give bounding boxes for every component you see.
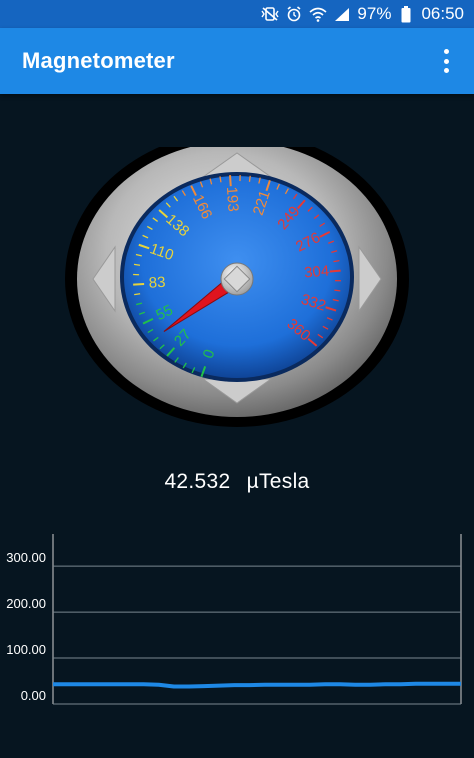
reading-unit: µTesla: [246, 470, 310, 493]
gauge-tick: [133, 263, 141, 266]
app-bar: Magnetometer: [0, 28, 474, 94]
gauge-tick: [133, 282, 145, 286]
y-tick-label: 200.00: [6, 596, 46, 611]
gauge-tick: [334, 289, 341, 292]
alarm-icon: [285, 5, 303, 23]
app-title: Magnetometer: [22, 48, 175, 73]
y-tick-label: 0.00: [21, 688, 46, 703]
more-vertical-icon[interactable]: [436, 49, 456, 73]
gauge-tick: [329, 269, 341, 273]
field-history-chart: 0.00 100.00 200.00 300.00: [6, 534, 462, 705]
gauge-tick: [248, 175, 251, 182]
gauge-scale-label: 304: [304, 263, 330, 282]
gauge-scale-label: 83: [148, 274, 166, 292]
gauge-tick: [134, 293, 141, 296]
clock: 06:50: [421, 4, 464, 23]
magnetic-field-reading: 42.532 µTesla: [0, 470, 474, 494]
y-tick-label: 300.00: [6, 550, 46, 565]
battery-level: 97%: [357, 4, 392, 23]
wifi-icon: [309, 5, 327, 23]
reading-value: 42.532: [164, 470, 231, 493]
gauge-tick: [229, 175, 232, 187]
series-line: [53, 681, 461, 689]
gauge-scale-label: 193: [223, 186, 242, 212]
status-bar: 97% 06:50: [0, 0, 474, 28]
mute-vibrate-icon: [261, 5, 280, 23]
y-tick-label: 100.00: [6, 642, 46, 657]
battery-icon: [397, 5, 415, 23]
magnetometer-gauge: 0275583110138166 193 221249276304332360: [65, 147, 409, 427]
needle-cap: [220, 262, 254, 296]
signal-icon: [333, 5, 351, 23]
